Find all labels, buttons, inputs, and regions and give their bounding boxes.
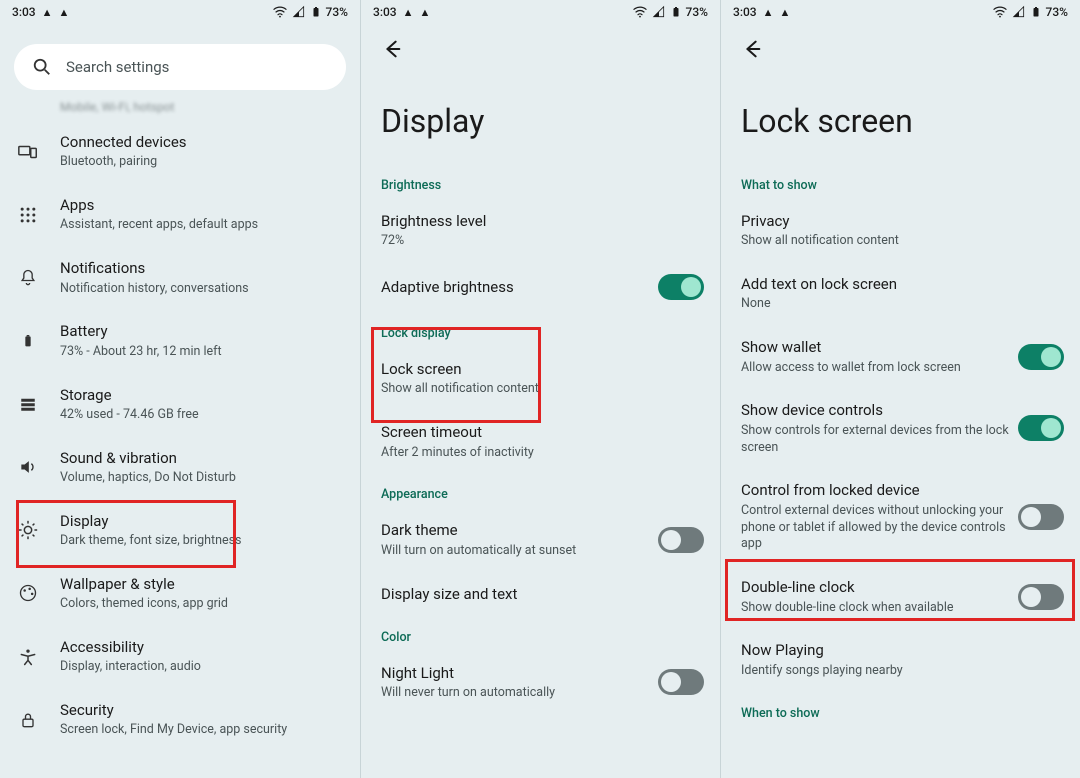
toggle-control-locked[interactable]	[1018, 504, 1064, 530]
battery-icon	[1030, 5, 1042, 19]
settings-root-pane: 3:03 ▲ ▲ 73% Search settings Mobile, Wi-…	[0, 0, 360, 778]
item-show-wallet[interactable]: Show walletAllow access to wallet from l…	[721, 325, 1080, 388]
page-title: Lock screen	[721, 66, 1080, 164]
section-appearance: Appearance	[361, 473, 720, 508]
item-control-from-locked[interactable]: Control from locked deviceControl extern…	[721, 468, 1080, 565]
item-show-device-controls[interactable]: Show device controlsShow controls for ex…	[721, 388, 1080, 468]
search-icon	[32, 57, 52, 77]
item-security[interactable]: SecurityScreen lock, Find My Device, app…	[0, 688, 360, 751]
item-lock-screen[interactable]: Lock screenShow all notification content	[361, 347, 720, 410]
item-wallpaper[interactable]: Wallpaper & styleColors, themed icons, a…	[0, 562, 360, 625]
toggle-device-controls[interactable]	[1018, 415, 1064, 441]
notif-icon: ▲	[42, 6, 53, 19]
back-arrow-icon	[381, 38, 403, 60]
battery-icon	[310, 5, 322, 19]
section-brightness: Brightness	[361, 164, 720, 199]
lock-screen-settings-pane: 3:03▲▲ 73% Lock screen What to show Priv…	[720, 0, 1080, 778]
status-bar: 3:03 ▲ ▲ 73%	[0, 0, 360, 24]
signal-icon	[652, 5, 666, 19]
battery-icon	[670, 5, 682, 19]
search-settings[interactable]: Search settings	[14, 44, 346, 90]
item-apps[interactable]: AppsAssistant, recent apps, default apps	[0, 183, 360, 246]
item-display[interactable]: DisplayDark theme, font size, brightness	[0, 499, 360, 562]
brightness-icon	[16, 519, 40, 541]
display-settings-pane: 3:03▲▲ 73% Display Brightness Brightness…	[360, 0, 720, 778]
item-privacy[interactable]: PrivacyShow all notification content	[721, 199, 1080, 262]
item-notifications[interactable]: NotificationsNotification history, conve…	[0, 246, 360, 309]
page-title: Display	[361, 66, 720, 164]
notif-icon: ▲	[420, 6, 431, 19]
back-button[interactable]	[721, 24, 1080, 66]
battery-icon	[16, 330, 40, 352]
section-lock-display: Lock display	[361, 312, 720, 347]
item-dark-theme[interactable]: Dark themeWill turn on automatically at …	[361, 508, 720, 571]
section-what-to-show: What to show	[721, 164, 1080, 199]
item-sound[interactable]: Sound & vibrationVolume, haptics, Do Not…	[0, 436, 360, 499]
toggle-dark-theme[interactable]	[658, 527, 704, 553]
storage-icon	[16, 395, 40, 413]
accessibility-icon	[16, 647, 40, 667]
toggle-show-wallet[interactable]	[1018, 344, 1064, 370]
wifi-icon	[272, 4, 288, 20]
section-color: Color	[361, 616, 720, 651]
item-now-playing[interactable]: Now PlayingIdentify songs playing nearby	[721, 628, 1080, 691]
devices-icon	[16, 141, 40, 163]
search-placeholder: Search settings	[66, 58, 169, 76]
palette-icon	[16, 583, 40, 603]
item-display-size-text[interactable]: Display size and text	[361, 572, 720, 616]
item-connected-devices[interactable]: Connected devicesBluetooth, pairing	[0, 120, 360, 183]
notif-icon: ▲	[763, 6, 774, 19]
toggle-adaptive-brightness[interactable]	[658, 274, 704, 300]
volume-icon	[16, 457, 40, 477]
item-night-light[interactable]: Night LightWill never turn on automatica…	[361, 651, 720, 714]
signal-icon	[1012, 5, 1026, 19]
toggle-double-line-clock[interactable]	[1018, 584, 1064, 610]
item-battery[interactable]: Battery73% - About 23 hr, 12 min left	[0, 309, 360, 372]
status-bar: 3:03▲▲ 73%	[721, 0, 1080, 24]
item-accessibility[interactable]: AccessibilityDisplay, interaction, audio	[0, 625, 360, 688]
toggle-night-light[interactable]	[658, 669, 704, 695]
item-brightness-level[interactable]: Brightness level72%	[361, 199, 720, 262]
back-arrow-icon	[741, 38, 763, 60]
section-when-to-show: When to show	[721, 692, 1080, 727]
notif-icon: ▲	[403, 6, 414, 19]
item-screen-timeout[interactable]: Screen timeoutAfter 2 minutes of inactiv…	[361, 410, 720, 473]
wifi-icon	[992, 4, 1008, 20]
item-adaptive-brightness[interactable]: Adaptive brightness	[361, 262, 720, 312]
status-bar: 3:03▲▲ 73%	[361, 0, 720, 24]
notif-icon: ▲	[59, 6, 70, 19]
item-storage[interactable]: Storage42% used - 74.46 GB free	[0, 373, 360, 436]
notif-icon: ▲	[780, 6, 791, 19]
truncated-prev-item: Mobile, Wi-Fi, hotspot	[0, 100, 360, 120]
item-add-text-lock-screen[interactable]: Add text on lock screenNone	[721, 262, 1080, 325]
bell-icon	[16, 268, 40, 288]
signal-icon	[292, 5, 306, 19]
apps-icon	[16, 205, 40, 225]
item-double-line-clock[interactable]: Double-line clockShow double-line clock …	[721, 565, 1080, 628]
status-time: 3:03	[12, 5, 36, 19]
wifi-icon	[632, 4, 648, 20]
status-battery: 73%	[326, 5, 348, 19]
back-button[interactable]	[361, 24, 720, 66]
lock-icon	[16, 710, 40, 730]
